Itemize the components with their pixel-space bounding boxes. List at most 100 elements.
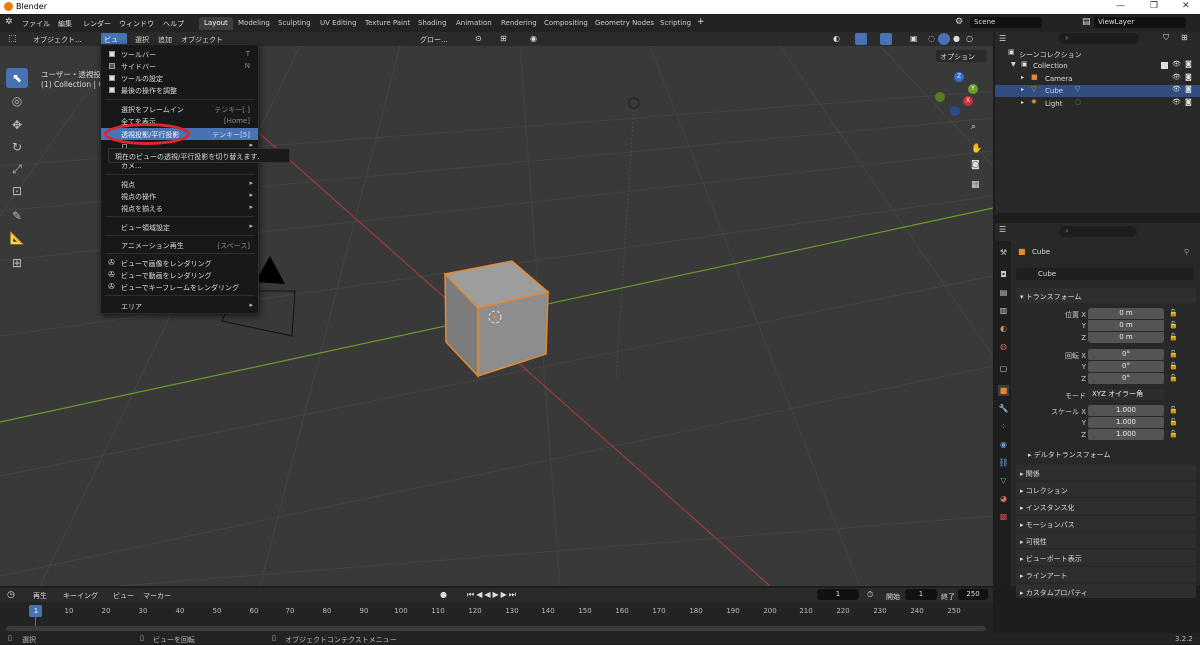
- world-tab-icon[interactable]: ◍: [998, 341, 1009, 352]
- rotation-y-field[interactable]: 0°: [1088, 361, 1164, 372]
- rotation-x-field[interactable]: 0°: [1088, 349, 1164, 360]
- properties-search-input[interactable]: ⌕: [1059, 226, 1137, 237]
- menu-item-tool-settings[interactable]: ツールの設定: [101, 72, 258, 84]
- pin-icon[interactable]: ⚲: [1184, 248, 1189, 256]
- panel-viewport-display[interactable]: ▸ ビューポート表示: [1016, 550, 1196, 565]
- eye-icon[interactable]: 👁: [1172, 73, 1181, 81]
- blender-menu-icon[interactable]: ✲: [5, 17, 13, 27]
- properties-editor-icon[interactable]: ☰: [999, 225, 1006, 234]
- cursor-tool[interactable]: ◎: [6, 91, 28, 111]
- end-frame-field[interactable]: 250: [958, 589, 988, 600]
- menu-window[interactable]: ウィンドウ: [119, 19, 154, 29]
- scene-tab-icon[interactable]: ◐: [998, 323, 1009, 334]
- lock-icon[interactable]: 🔓: [1169, 362, 1178, 370]
- measure-tool[interactable]: 📐: [6, 228, 28, 248]
- scale-y-field[interactable]: 1.000: [1088, 417, 1164, 428]
- camera-restrict-icon[interactable]: ◙: [1185, 73, 1192, 81]
- panel-custom-properties[interactable]: ▸ カスタムプロパティ: [1016, 584, 1196, 598]
- outliner-row-collection[interactable]: ▼ ▣ Collection 👁 ◙: [995, 60, 1200, 72]
- annotate-tool[interactable]: ✎: [6, 206, 28, 226]
- camera-restrict-icon[interactable]: ◙: [1185, 85, 1192, 93]
- eye-icon[interactable]: 👁: [1172, 85, 1181, 93]
- location-z-field[interactable]: 0 m: [1088, 332, 1164, 343]
- lock-icon[interactable]: 🔓: [1169, 333, 1178, 341]
- tab-shading[interactable]: Shading: [413, 17, 451, 30]
- lock-icon[interactable]: 🔓: [1169, 430, 1178, 438]
- zoom-icon[interactable]: ⌕: [971, 122, 976, 132]
- proportional-edit-icon[interactable]: ◉: [530, 34, 537, 43]
- outliner-editor-icon[interactable]: ☰: [999, 34, 1006, 43]
- menu-item-align-view[interactable]: 視点を揃える ▸: [101, 202, 258, 214]
- menu-item-viewpoint[interactable]: 視点 ▸: [101, 178, 258, 190]
- menu-edit[interactable]: 編集: [58, 19, 72, 29]
- physics-tab-icon[interactable]: ◉: [998, 439, 1009, 450]
- rotation-z-field[interactable]: 0°: [1088, 373, 1164, 384]
- modifier-tab-icon[interactable]: 🔧: [998, 403, 1009, 414]
- expand-arrow-icon[interactable]: ▸: [1021, 86, 1024, 93]
- tool-tab-icon[interactable]: ⚒: [998, 247, 1009, 258]
- outliner-row-camera[interactable]: ▸ ■ Camera 👁 ◙: [995, 73, 1200, 85]
- lock-icon[interactable]: 🔓: [1169, 321, 1178, 329]
- scene-selector[interactable]: Scene: [970, 17, 1042, 28]
- gizmo-x-axis[interactable]: X: [963, 96, 973, 106]
- ortho-grid-icon[interactable]: ▦: [971, 180, 980, 190]
- rotate-tool[interactable]: ↻: [6, 137, 28, 157]
- lock-icon[interactable]: 🔓: [1169, 309, 1178, 317]
- menu-file[interactable]: ファイル: [22, 19, 50, 29]
- panel-motion-paths[interactable]: ▸ モーションパス: [1016, 516, 1196, 531]
- tab-sculpting[interactable]: Sculpting: [273, 17, 316, 30]
- object-name-field[interactable]: Cube: [1016, 268, 1194, 280]
- solid-shading-icon[interactable]: [938, 33, 950, 45]
- transform-orientation-selector[interactable]: グロー...: [420, 35, 448, 45]
- menu-item-sidebar[interactable]: サイドバー N: [101, 60, 258, 72]
- tab-geometry-nodes[interactable]: Geometry Nodes: [590, 17, 659, 30]
- transform-tool[interactable]: ⊡: [6, 181, 28, 201]
- start-frame-field[interactable]: 1: [905, 589, 937, 600]
- view-layer-tab-icon[interactable]: ▥: [998, 305, 1009, 316]
- lock-icon[interactable]: 🔓: [1169, 418, 1178, 426]
- tab-texture-paint[interactable]: Texture Paint: [360, 17, 415, 30]
- add-cube-tool[interactable]: ⊞: [6, 253, 28, 273]
- scale-x-field[interactable]: 1.000: [1088, 405, 1164, 416]
- output-tab-icon[interactable]: ▤: [998, 287, 1009, 298]
- constraints-tab-icon[interactable]: ⛓: [998, 457, 1009, 468]
- menu-item-viewport-render-image[interactable]: ✇ ビューで画像をレンダリング: [101, 257, 258, 269]
- render-tab-icon[interactable]: ◘: [998, 269, 1009, 280]
- panel-line-art[interactable]: ▸ ラインアート: [1016, 567, 1196, 582]
- gizmo-neg-z[interactable]: [950, 106, 960, 116]
- expand-arrow-icon[interactable]: ▸: [1021, 74, 1024, 81]
- panel-delta-transform[interactable]: ▸ デルタトランスフォーム: [1028, 450, 1110, 460]
- particles-tab-icon[interactable]: ⁘: [998, 421, 1009, 432]
- expand-arrow-icon[interactable]: ▸: [1021, 99, 1024, 106]
- eye-icon[interactable]: 👁: [1172, 98, 1181, 106]
- menu-item-frame-selected[interactable]: 選択をフレームイン テンキー[.]: [101, 103, 258, 115]
- move-tool[interactable]: ✥: [6, 115, 28, 135]
- gizmo-z-axis[interactable]: Z: [954, 72, 964, 82]
- expand-arrow-icon[interactable]: ▼: [1011, 61, 1016, 68]
- outliner-row-cube[interactable]: ▸ ▽ Cube ▽ 👁 ◙: [995, 85, 1200, 97]
- tab-compositing[interactable]: Compositing: [539, 17, 593, 30]
- checkbox-icon[interactable]: [1161, 62, 1168, 69]
- menu-item-viewport-render-keyframes[interactable]: ✇ ビューでキーフレームをレンダリング: [101, 281, 258, 293]
- tab-rendering[interactable]: Rendering: [496, 17, 542, 30]
- playback-controls[interactable]: ⏮◀◀▶▶⏭: [467, 590, 518, 600]
- lock-icon[interactable]: 🔓: [1169, 350, 1178, 358]
- lock-icon[interactable]: 🔓: [1169, 406, 1178, 414]
- rotation-mode-select[interactable]: XYZ オイラー角: [1088, 389, 1164, 400]
- location-x-field[interactable]: 0 m: [1088, 308, 1164, 319]
- menu-marker[interactable]: マーカー: [143, 591, 171, 601]
- tab-uv-editing[interactable]: UV Editing: [315, 17, 362, 30]
- minimize-button[interactable]: —: [1116, 1, 1125, 11]
- visibility-icon[interactable]: ◐: [833, 34, 840, 43]
- gizmo-toggle-icon[interactable]: [855, 33, 867, 45]
- mode-selector[interactable]: オブジェクト...: [33, 35, 82, 45]
- panel-collections[interactable]: ▸ コレクション: [1016, 482, 1196, 497]
- menu-view-timeline[interactable]: ビュー: [113, 591, 134, 601]
- panel-instancing[interactable]: ▸ インスタンス化: [1016, 499, 1196, 514]
- camera-restrict-icon[interactable]: ◙: [1185, 60, 1192, 68]
- menu-item-view-regions[interactable]: ビュー領域設定 ▸: [101, 221, 258, 233]
- overlay-toggle-icon[interactable]: [880, 33, 892, 45]
- tab-animation[interactable]: Animation: [451, 17, 497, 30]
- pan-hand-icon[interactable]: ✋: [971, 144, 982, 154]
- eye-icon[interactable]: 👁: [1172, 60, 1181, 68]
